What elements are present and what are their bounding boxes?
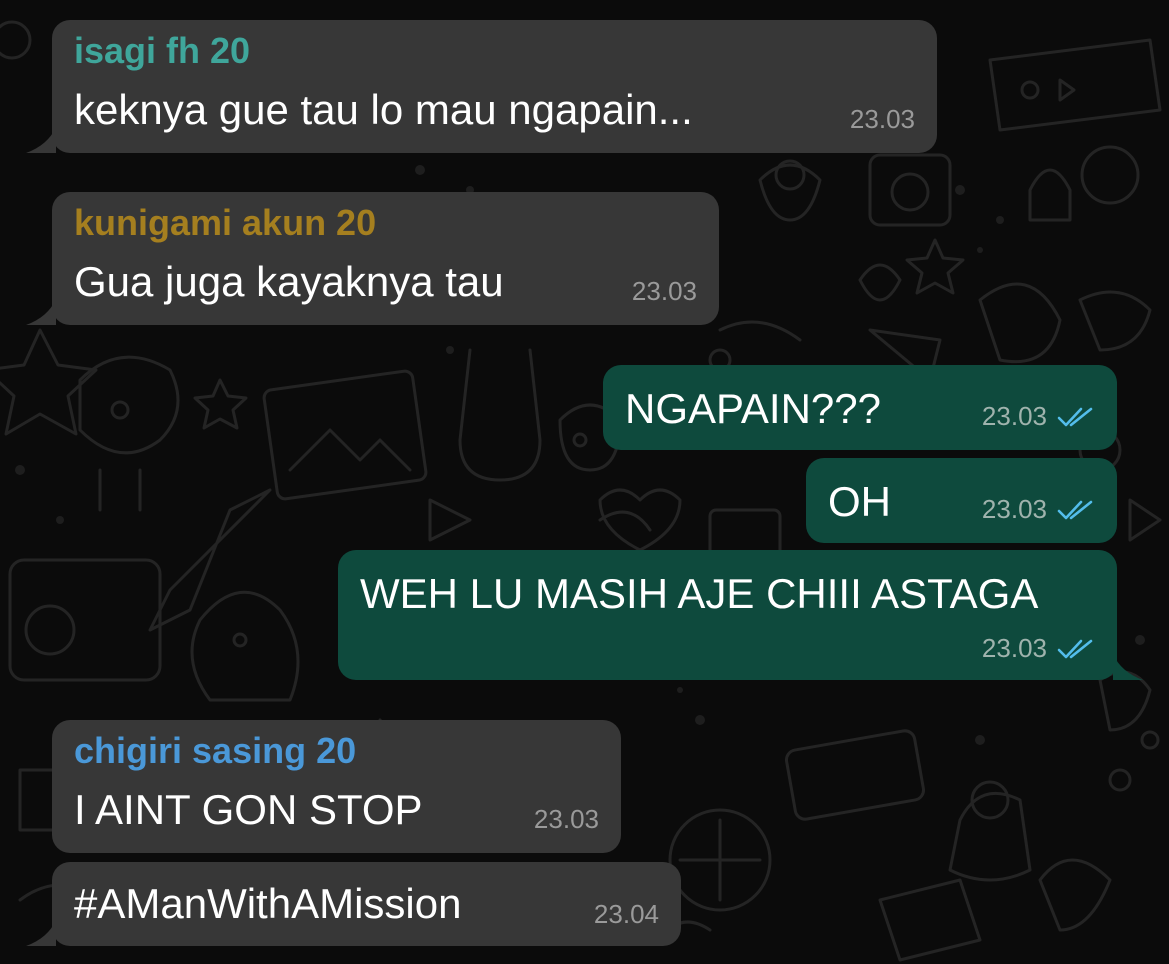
message-bubble-outgoing[interactable]: NGAPAIN??? 23.03 [603, 365, 1117, 450]
message-bubble-incoming[interactable]: kunigami akun 20 Gua juga kayaknya tau 2… [26, 192, 719, 325]
bubble-tail [26, 920, 56, 946]
sender-name[interactable]: kunigami akun 20 [74, 202, 376, 244]
message-time: 23.03 [631, 276, 697, 306]
message-text: Gua juga kayaknya tau [74, 258, 504, 305]
double-check-read-icon [1057, 407, 1093, 426]
message-bubble-incoming[interactable]: #AManWithAMission 23.04 [26, 862, 681, 946]
message-text: NGAPAIN??? [625, 385, 881, 432]
message-text: I AINT GON STOP [74, 786, 423, 833]
message-bubble-outgoing[interactable]: OH 23.03 [806, 458, 1117, 543]
message-bubble-incoming[interactable]: chigiri sasing 20 I AINT GON STOP 23.03 [52, 720, 621, 853]
sender-name[interactable]: chigiri sasing 20 [74, 730, 356, 772]
message-bubble-incoming[interactable]: isagi fh 20 keknya gue tau lo mau ngapai… [26, 20, 937, 153]
message-time: 23.03 [982, 494, 1095, 525]
sender-name[interactable]: isagi fh 20 [74, 30, 250, 72]
message-text: OH [828, 478, 891, 525]
bubble-tail [26, 127, 56, 153]
message-text: WEH LU MASIH AJE CHIII ASTAGA [360, 570, 1039, 617]
message-time: 23.03 [982, 633, 1095, 664]
double-check-read-icon [1057, 639, 1093, 658]
bubble-tail [26, 299, 56, 325]
message-text: #AManWithAMission [74, 880, 462, 927]
bubble-tail [1113, 654, 1143, 680]
double-check-read-icon [1057, 500, 1093, 519]
message-time: 23.03 [533, 804, 599, 834]
message-time: 23.03 [982, 401, 1095, 432]
message-time: 23.03 [849, 104, 915, 134]
message-time: 23.04 [593, 899, 659, 929]
message-bubble-outgoing[interactable]: WEH LU MASIH AJE CHIII ASTAGA 23.03 [338, 550, 1143, 680]
message-text: keknya gue tau lo mau ngapain... [74, 86, 693, 133]
